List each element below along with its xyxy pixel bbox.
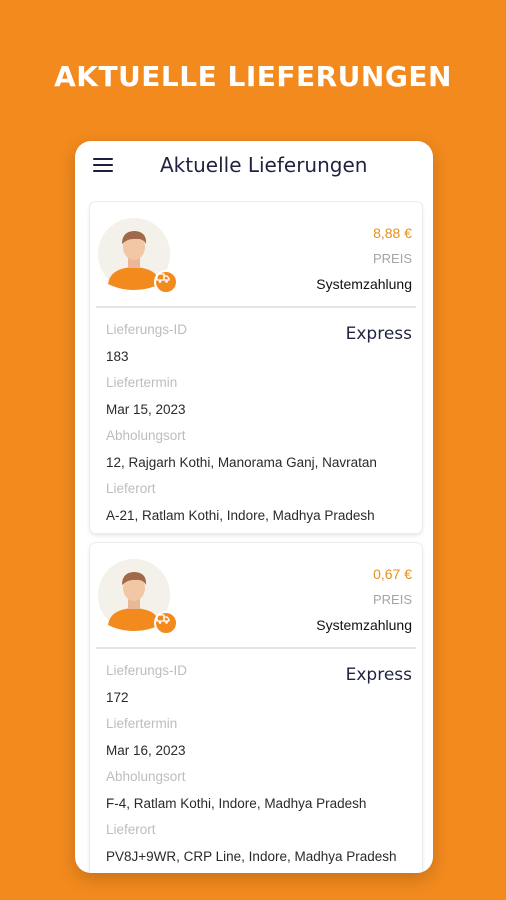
delivery-date-label: Liefertermin: [106, 375, 178, 390]
truck-icon: [154, 270, 178, 294]
app-title: Aktuelle Lieferungen: [160, 153, 368, 177]
delivery-date: Mar 16, 2023: [106, 743, 186, 758]
hamburger-menu-icon[interactable]: [93, 156, 113, 174]
pickup-address: 12, Rajgarh Kothi, Manorama Ganj, Navrat…: [106, 455, 377, 470]
delivery-card[interactable]: 8,88 € PREIS Systemzahlung Express Liefe…: [90, 202, 422, 533]
payment-method: Systemzahlung: [316, 276, 412, 292]
driver-avatar: [98, 559, 178, 635]
driver-avatar: [98, 218, 178, 294]
payment-method: Systemzahlung: [316, 617, 412, 633]
price-label: PREIS: [372, 251, 412, 266]
pickup-label: Abholungsort: [106, 769, 186, 784]
price-value: 0,67 €: [373, 566, 412, 582]
phone-screen: Aktuelle Lieferungen 8,88 € PREIS System…: [75, 141, 433, 873]
pickup-label: Abholungsort: [106, 428, 186, 443]
price-label: PREIS: [372, 592, 412, 607]
delivery-date-label: Liefertermin: [106, 716, 178, 731]
dropoff-label: Lieferort: [106, 822, 156, 837]
delivery-id: 172: [106, 690, 129, 705]
dropoff-address: A-21, Ratlam Kothi, Indore, Madhya Prade…: [106, 508, 375, 523]
delivery-card[interactable]: 0,67 € PREIS Systemzahlung Express Liefe…: [90, 543, 422, 873]
dropoff-address: PV8J+9WR, CRP Line, Indore, Madhya Prade…: [106, 849, 397, 864]
app-bar: Aktuelle Lieferungen: [75, 141, 433, 191]
price-value: 8,88 €: [373, 225, 412, 241]
promo-headline: AKTUELLE LIEFERUNGEN: [54, 60, 452, 93]
delivery-type: Express: [345, 665, 412, 685]
truck-icon: [154, 611, 178, 635]
delivery-id: 183: [106, 349, 129, 364]
delivery-date: Mar 15, 2023: [106, 402, 186, 417]
delivery-type: Express: [345, 324, 412, 344]
pickup-address: F-4, Ratlam Kothi, Indore, Madhya Prades…: [106, 796, 367, 811]
dropoff-label: Lieferort: [106, 481, 156, 496]
